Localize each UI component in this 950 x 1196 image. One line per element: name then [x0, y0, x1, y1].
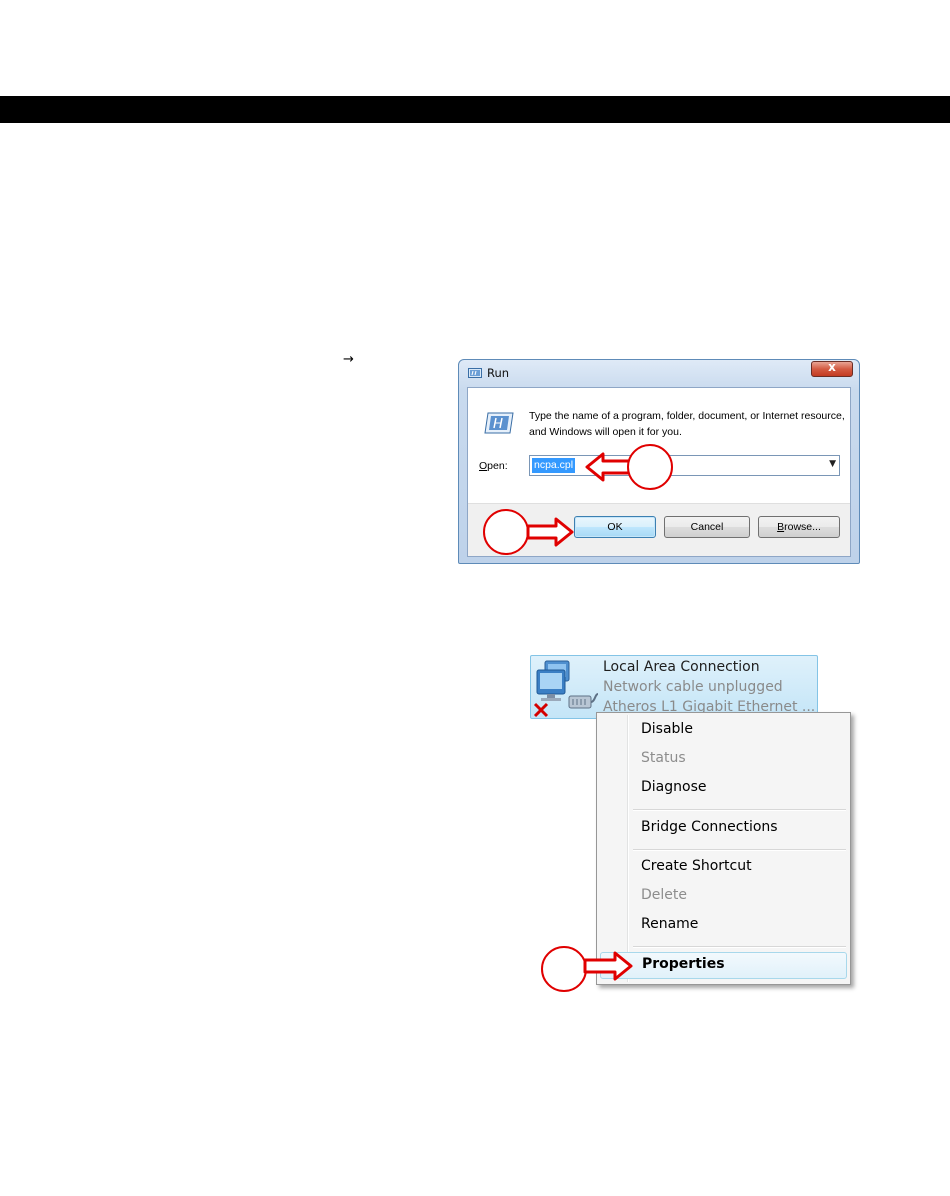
menu-item-label: Delete	[641, 887, 687, 903]
menu-item-label: Rename	[641, 916, 699, 932]
menu-item-rename[interactable]: Rename	[600, 912, 847, 939]
menu-item-create-shortcut[interactable]: Create Shortcut	[600, 854, 847, 881]
menu-item-disable[interactable]: Disable	[600, 717, 847, 744]
callout-circle-icon	[483, 509, 529, 555]
open-input[interactable]: ncpa.cpl ▼	[529, 455, 840, 476]
open-label-rest: pen:	[487, 460, 508, 472]
open-label: Open:	[479, 460, 508, 472]
menu-separator	[633, 849, 846, 851]
connection-status: Network cable unplugged	[603, 679, 783, 695]
step-arrow-glyph: →	[343, 352, 354, 367]
menu-item-diagnose[interactable]: Diagnose	[600, 775, 847, 802]
menu-item-label: Bridge Connections	[641, 819, 778, 835]
menu-item-bridge-connections[interactable]: Bridge Connections	[600, 815, 847, 842]
browse-rest: rowse...	[784, 521, 821, 533]
callout-arrow-right-icon	[526, 517, 574, 547]
local-area-connection-item[interactable]: Local Area Connection Network cable unpl…	[530, 655, 818, 719]
open-input-value[interactable]: ncpa.cpl	[532, 458, 576, 473]
menu-item-label: Disable	[641, 721, 693, 737]
ok-button[interactable]: OK	[574, 516, 656, 538]
run-dialog-title: Run	[487, 366, 510, 380]
callout-arrow-right-icon	[583, 951, 633, 981]
menu-separator	[633, 946, 846, 948]
cancel-button[interactable]: Cancel	[664, 516, 750, 538]
run-description: Type the name of a program, folder, docu…	[529, 410, 845, 438]
close-icon: x	[828, 360, 836, 374]
menu-separator	[633, 809, 846, 811]
header-black-bar	[0, 96, 950, 123]
menu-item-label: Properties	[642, 956, 725, 972]
run-titlebar[interactable]: Run x	[459, 360, 859, 387]
dropdown-arrow-icon[interactable]: ▼	[829, 459, 836, 469]
menu-item-label: Diagnose	[641, 779, 707, 795]
run-program-icon	[484, 412, 514, 434]
callout-circle-icon	[627, 444, 673, 490]
menu-item-label: Create Shortcut	[641, 858, 752, 874]
browse-button[interactable]: Browse...	[758, 516, 840, 538]
context-menu: Disable Status Diagnose Bridge Connectio…	[596, 712, 851, 985]
menu-item-label: Status	[641, 750, 686, 766]
callout-circle-icon	[541, 946, 587, 992]
menu-item-delete: Delete	[600, 883, 847, 910]
menu-item-properties[interactable]: Properties	[600, 952, 847, 979]
open-label-accel: O	[479, 460, 488, 472]
close-button[interactable]: x	[811, 360, 853, 377]
menu-item-status: Status	[600, 746, 847, 773]
network-connection-icon	[533, 660, 599, 718]
connection-name: Local Area Connection	[603, 659, 760, 675]
run-window-icon	[468, 368, 482, 378]
